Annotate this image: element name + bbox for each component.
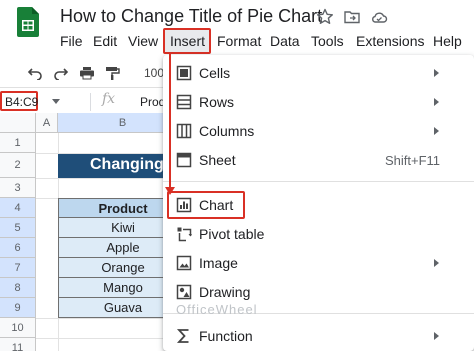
row-header-8[interactable]: 8 — [0, 278, 36, 298]
insert-menu-item-label: Image — [199, 255, 238, 271]
insert-menu-item-function[interactable]: Function — [163, 322, 474, 350]
column-header-a[interactable]: A — [36, 113, 58, 133]
menu-data[interactable]: Data — [270, 33, 300, 49]
row-header-2[interactable]: 2 — [0, 153, 36, 178]
star-icon[interactable] — [316, 8, 334, 26]
chart-highlight-box — [167, 191, 245, 219]
cells-icon — [176, 65, 192, 81]
menu-help[interactable]: Help — [433, 33, 462, 49]
name-box-dropdown-icon[interactable] — [52, 99, 60, 104]
pivot-table-icon — [177, 227, 192, 242]
app-window: How to Change Title of Pie Chart File Ed… — [0, 0, 474, 351]
paint-format-icon[interactable] — [104, 66, 120, 80]
watermark-logo: OfficeWheel — [176, 302, 258, 317]
sheets-logo-icon[interactable] — [17, 7, 39, 37]
insert-menu-item-cells[interactable]: Cells — [163, 59, 474, 87]
row-header-5[interactable]: 5 — [0, 218, 36, 238]
row-header-10[interactable]: 10 — [0, 318, 36, 338]
sigma-icon — [176, 329, 189, 343]
insert-menu-item-label: Function — [199, 328, 253, 344]
submenu-arrow-icon — [434, 127, 439, 135]
submenu-arrow-icon — [434, 98, 439, 106]
row-header-4[interactable]: 4 — [0, 198, 36, 218]
row-header-3[interactable]: 3 — [0, 178, 36, 198]
insert-menu-item-label: Columns — [199, 123, 255, 139]
menu-insert-label: Insert — [170, 33, 206, 49]
row-header-11[interactable]: 11 — [0, 338, 36, 351]
columns-icon — [176, 123, 192, 139]
row-header-6[interactable]: 6 — [0, 238, 36, 258]
undo-icon[interactable] — [27, 66, 43, 80]
menu-file[interactable]: File — [60, 33, 83, 49]
document-title[interactable]: How to Change Title of Pie Chart — [60, 6, 322, 27]
row-header-1[interactable]: 1 — [0, 133, 36, 153]
keyboard-shortcut: Shift+F11 — [385, 153, 441, 168]
menu-insert[interactable]: Insert — [163, 28, 211, 54]
insert-menu-item-label: Rows — [199, 94, 235, 110]
annotation-arrow — [169, 54, 171, 190]
print-icon[interactable] — [79, 66, 95, 80]
formula-divider — [90, 93, 91, 111]
insert-menu-item-pivot-table[interactable]: Pivot table — [163, 220, 474, 248]
move-folder-icon[interactable] — [343, 8, 361, 26]
drawing-icon — [176, 284, 192, 300]
image-icon — [176, 255, 192, 271]
select-all-corner[interactable] — [0, 113, 36, 133]
fx-icon: fx — [102, 91, 116, 107]
cloud-status-icon[interactable] — [370, 8, 388, 26]
insert-menu-item-label: Pivot table — [199, 226, 265, 242]
insert-menu-item-columns[interactable]: Columns — [163, 117, 474, 145]
insert-menu-item-sheet[interactable]: Sheet Shift+F11 — [163, 146, 474, 174]
insert-menu-item-rows[interactable]: Rows — [163, 88, 474, 116]
submenu-arrow-icon — [434, 69, 439, 77]
insert-menu-item-label: Drawing — [199, 284, 251, 300]
redo-icon[interactable] — [53, 66, 69, 80]
menu-separator — [163, 181, 474, 182]
insert-menu-item-label: Cells — [199, 65, 231, 81]
rows-icon — [176, 94, 192, 110]
row-header-9[interactable]: 9 — [0, 298, 36, 318]
name-box[interactable]: B4:C9 — [0, 91, 38, 111]
menu-tools[interactable]: Tools — [311, 33, 344, 49]
insert-menu-item-image[interactable]: Image — [163, 249, 474, 277]
submenu-arrow-icon — [434, 259, 439, 267]
menu-edit[interactable]: Edit — [93, 33, 117, 49]
row-header-7[interactable]: 7 — [0, 258, 36, 278]
menu-format[interactable]: Format — [217, 33, 261, 49]
menu-view[interactable]: View — [128, 33, 158, 49]
menu-extensions[interactable]: Extensions — [356, 33, 424, 49]
submenu-arrow-icon — [434, 332, 439, 340]
annotation-arrow-head — [165, 187, 175, 195]
insert-menu-item-label: Sheet — [199, 152, 236, 168]
sheet-icon — [176, 152, 192, 168]
